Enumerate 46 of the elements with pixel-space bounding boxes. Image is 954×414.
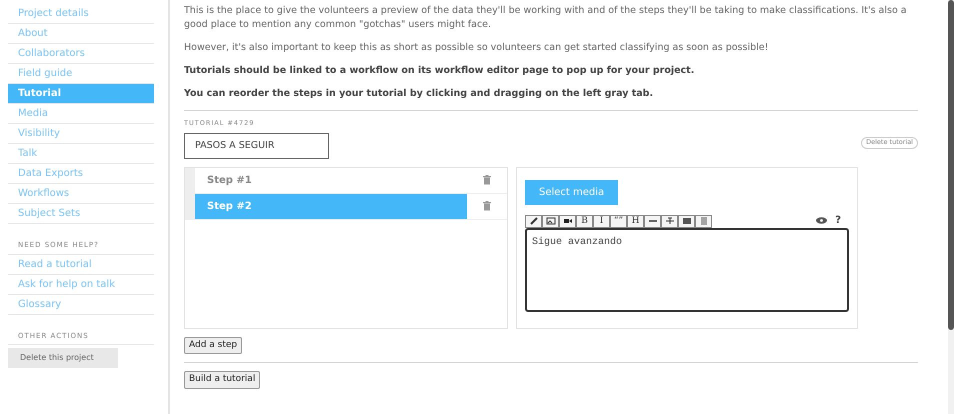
sidebar-item[interactable]: Project details xyxy=(8,4,154,24)
trash-icon[interactable] xyxy=(483,175,491,186)
add-step-button[interactable]: Add a step xyxy=(184,336,242,354)
drag-handle[interactable] xyxy=(185,168,195,193)
delete-project-button[interactable]: Delete this project xyxy=(8,348,118,368)
sidebar-item[interactable]: Visibility xyxy=(8,124,154,144)
toolbar-button[interactable] xyxy=(678,214,695,228)
toolbar-button[interactable]: “” xyxy=(610,214,627,228)
build-tutorial-button[interactable]: Build a tutorial xyxy=(184,371,260,389)
strikethrough-icon xyxy=(664,216,674,226)
help-link[interactable]: Glossary xyxy=(8,294,154,314)
eye-icon[interactable] xyxy=(816,216,828,224)
sidebar-item[interactable]: Collaborators xyxy=(8,44,154,64)
sidebar-item[interactable]: Media xyxy=(8,104,154,124)
toolbar-button[interactable]: I xyxy=(593,214,610,228)
step-item[interactable]: Step #1 xyxy=(195,168,467,193)
sidebar-item[interactable]: Workflows xyxy=(8,184,154,204)
select-media-button[interactable]: Select media xyxy=(525,180,618,205)
sidebar-item[interactable]: Data Exports xyxy=(8,164,154,184)
toolbar-button[interactable] xyxy=(695,214,712,228)
pencil-icon xyxy=(528,216,538,226)
toolbar-button[interactable] xyxy=(525,214,542,228)
toolbar-button[interactable] xyxy=(644,214,661,228)
paragraph: Tutorials should be linked to a workflow on its workflow editor page to pop up for your project. xyxy=(184,64,696,78)
help-button[interactable]: ? xyxy=(835,212,841,228)
step-item[interactable]: Step #2 xyxy=(195,194,467,219)
scrollbar-thumb[interactable] xyxy=(948,0,954,330)
tutorial-name-field[interactable]: PASOS A SEGUIR xyxy=(184,132,329,159)
toolbar-button[interactable] xyxy=(542,214,559,228)
sidebar-item[interactable]: Tutorial xyxy=(8,84,154,104)
paragraph: You can reorder the steps in your tutorial by clicking and dragging on the left gray tab. xyxy=(184,87,654,101)
toolbar-button[interactable]: B xyxy=(576,214,593,228)
help-link[interactable]: Ask for help on talk xyxy=(8,274,154,294)
markdown-editor[interactable]: Sigue avanzando xyxy=(525,228,849,312)
paragraph: However, it's also important to keep this as short as possible so volunteers can get started classifying as soon as possible! xyxy=(184,41,770,55)
help-link[interactable]: Read a tutorial xyxy=(8,254,154,274)
sidebar-item[interactable]: About xyxy=(8,24,154,44)
paragraph: This is the place to give the volunteers a preview of the data they'll be working with and of the steps they'll be taking to make classifications. It's also a good place to mention any common "gotchas" users might face. xyxy=(184,4,908,32)
toolbar-button[interactable]: H xyxy=(627,214,644,228)
drag-handle[interactable] xyxy=(185,194,195,219)
toolbar-button[interactable] xyxy=(559,214,576,228)
sidebar-item[interactable]: Talk xyxy=(8,144,154,164)
toolbar-button[interactable] xyxy=(661,214,678,228)
trash-icon[interactable] xyxy=(483,201,491,212)
image-icon xyxy=(546,216,556,226)
sidebar-item[interactable]: Subject Sets xyxy=(8,204,154,224)
